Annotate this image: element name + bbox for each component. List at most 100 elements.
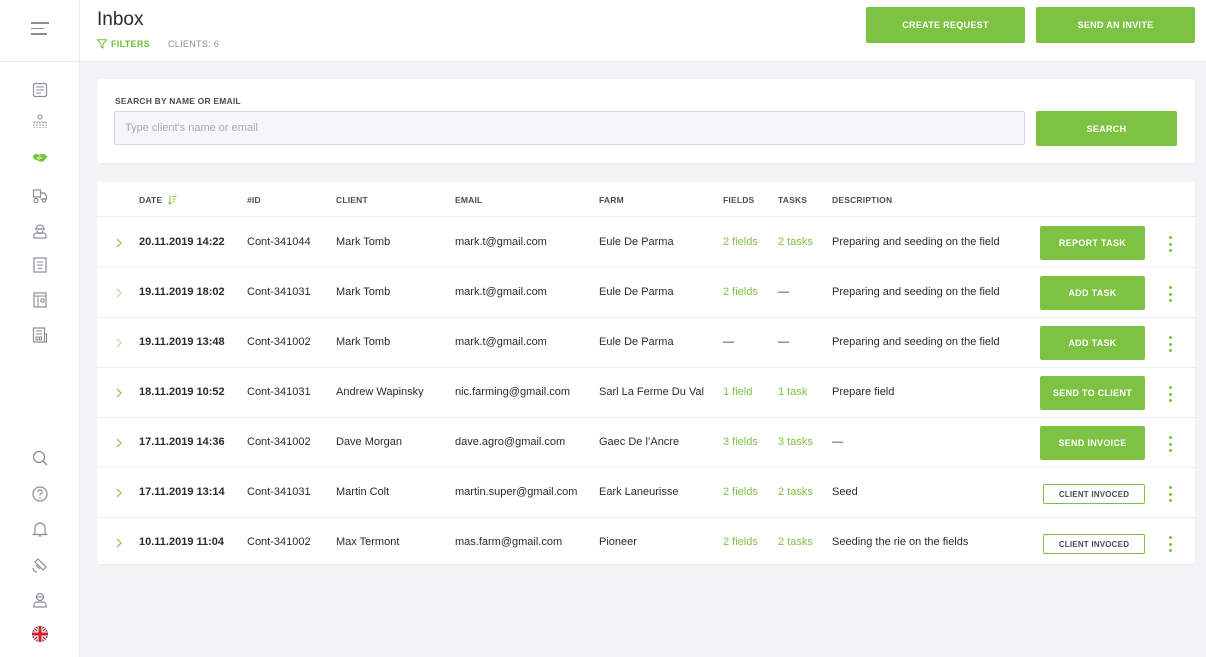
row-id: Cont-341031	[247, 286, 311, 298]
document-icon[interactable]	[30, 255, 50, 275]
row-fields-link[interactable]: 2 fields	[723, 536, 758, 548]
row-id: Cont-341031	[247, 486, 311, 498]
search-icon[interactable]	[30, 448, 50, 468]
more-options-icon[interactable]	[1165, 235, 1175, 253]
clients-count: CLIENTS: 6	[168, 39, 220, 49]
row-description: Preparing and seeding on the field	[832, 236, 1000, 248]
client-invoiced-status: CLIENT INVOCED	[1043, 534, 1145, 554]
row-date: 18.11.2019 10:52	[139, 386, 225, 398]
row-id: Cont-341002	[247, 436, 311, 448]
row-fields-link[interactable]: 2 fields	[723, 236, 758, 248]
crops-icon[interactable]	[30, 112, 50, 132]
requests-table: DATE #ID CLIENT EMAIL FARM FIELDS TASKS …	[97, 182, 1195, 564]
create-request-button[interactable]: CREATE REQUEST	[866, 7, 1025, 43]
table-row[interactable]: 17.11.2019 14:36 Cont-341002 Dave Morgan…	[97, 418, 1195, 468]
row-id: Cont-341044	[247, 236, 311, 248]
report-icon[interactable]	[30, 325, 50, 345]
uk-flag-icon[interactable]	[30, 624, 50, 644]
row-date: 19.11.2019 18:02	[139, 286, 225, 298]
row-tasks-link[interactable]: 3 tasks	[778, 436, 813, 448]
filters-toggle[interactable]: FILTERS	[97, 39, 150, 49]
add-task-button[interactable]: ADD TASK	[1040, 326, 1145, 360]
table-row[interactable]: 17.11.2019 13:14 Cont-341031 Martin Colt…	[97, 468, 1195, 518]
row-tasks-link[interactable]: 2 tasks	[778, 536, 813, 548]
table-row[interactable]: 18.11.2019 10:52 Cont-341031 Andrew Wapi…	[97, 368, 1195, 418]
more-options-icon[interactable]	[1165, 535, 1175, 553]
row-farm: Eark Laneurisse	[599, 486, 679, 498]
column-email: EMAIL	[455, 195, 483, 205]
row-client: Mark Tomb	[336, 236, 391, 248]
chevron-right-icon[interactable]	[114, 387, 124, 399]
column-client: CLIENT	[336, 195, 368, 205]
row-id: Cont-341002	[247, 336, 311, 348]
row-id: Cont-341002	[247, 536, 311, 548]
sidebar	[0, 0, 80, 657]
client-invoiced-status: CLIENT INVOCED	[1043, 484, 1145, 504]
more-options-icon[interactable]	[1165, 485, 1175, 503]
machinery-icon[interactable]	[30, 186, 50, 206]
column-fields: FIELDS	[723, 195, 755, 205]
bell-icon[interactable]	[30, 519, 50, 539]
search-button[interactable]: SEARCH	[1036, 111, 1177, 146]
search-input[interactable]	[114, 111, 1025, 145]
sort-desc-icon	[168, 195, 177, 205]
row-fields-link[interactable]: 3 fields	[723, 436, 758, 448]
row-date: 17.11.2019 14:36	[139, 436, 225, 448]
chevron-right-icon[interactable]	[114, 287, 124, 299]
satellite-icon[interactable]	[30, 555, 50, 575]
row-client: Mark Tomb	[336, 336, 391, 348]
column-date[interactable]: DATE	[139, 195, 177, 205]
help-icon[interactable]	[30, 484, 50, 504]
search-panel: SEARCH BY NAME OR EMAIL SEARCH	[97, 79, 1195, 163]
row-email: mark.t@gmail.com	[455, 236, 547, 248]
dashboard-icon[interactable]	[30, 80, 50, 100]
chevron-right-icon[interactable]	[114, 437, 124, 449]
profile-icon[interactable]	[30, 590, 50, 610]
row-tasks-link[interactable]: 2 tasks	[778, 236, 813, 248]
row-description: Preparing and seeding on the field	[832, 336, 1000, 348]
row-email: martin.super@gmail.com	[455, 486, 578, 498]
worker-icon[interactable]	[30, 221, 50, 241]
row-description: Preparing and seeding on the field	[832, 286, 1000, 298]
more-options-icon[interactable]	[1165, 435, 1175, 453]
row-fields-link[interactable]: 2 fields	[723, 286, 758, 298]
table-row[interactable]: 10.11.2019 11:04 Cont-341002 Max Termont…	[97, 518, 1195, 568]
filter-icon	[97, 39, 107, 49]
book-icon[interactable]	[30, 290, 50, 310]
handshake-icon[interactable]	[30, 147, 50, 167]
row-email: mas.farm@gmail.com	[455, 536, 563, 548]
table-row[interactable]: 19.11.2019 13:48 Cont-341002 Mark Tomb m…	[97, 318, 1195, 368]
row-id: Cont-341031	[247, 386, 311, 398]
hamburger-menu-icon[interactable]	[31, 22, 49, 36]
chevron-right-icon[interactable]	[114, 537, 124, 549]
chevron-right-icon[interactable]	[114, 237, 124, 249]
chevron-right-icon[interactable]	[114, 337, 124, 349]
send-invoice-button[interactable]: SEND INVOICE	[1040, 426, 1145, 460]
search-label: SEARCH BY NAME OR EMAIL	[115, 96, 241, 106]
row-fields-link[interactable]: 1 field	[723, 386, 752, 398]
row-fields-link[interactable]: 2 fields	[723, 486, 758, 498]
column-date-label: DATE	[139, 195, 163, 205]
row-tasks-link[interactable]: 2 tasks	[778, 486, 813, 498]
row-farm: Eule De Parma	[599, 286, 674, 298]
column-farm: FARM	[599, 195, 624, 205]
row-email: dave.agro@gmail.com	[455, 436, 566, 448]
row-date: 19.11.2019 13:48	[139, 336, 225, 348]
send-invite-button[interactable]: SEND AN INVITE	[1036, 7, 1195, 43]
row-description: Prepare field	[832, 386, 895, 398]
row-tasks: —	[778, 336, 789, 348]
report-task-button[interactable]: REPORT TASK	[1040, 226, 1145, 260]
more-options-icon[interactable]	[1165, 285, 1175, 303]
table-row[interactable]: 20.11.2019 14:22 Cont-341044 Mark Tomb m…	[97, 218, 1195, 268]
row-client: Dave Morgan	[336, 436, 403, 448]
row-farm: Pioneer	[599, 536, 637, 548]
more-options-icon[interactable]	[1165, 335, 1175, 353]
row-date: 10.11.2019 11:04	[139, 536, 225, 548]
more-options-icon[interactable]	[1165, 385, 1175, 403]
send-to-client-button[interactable]: SEND TO CLIENT	[1040, 376, 1145, 410]
chevron-right-icon[interactable]	[114, 487, 124, 499]
table-row[interactable]: 19.11.2019 18:02 Cont-341031 Mark Tomb m…	[97, 268, 1195, 318]
row-tasks-link[interactable]: 1 task	[778, 386, 807, 398]
add-task-button[interactable]: ADD TASK	[1040, 276, 1145, 310]
header: Inbox FILTERS CLIENTS: 6 CREATE REQUEST …	[80, 0, 1206, 62]
